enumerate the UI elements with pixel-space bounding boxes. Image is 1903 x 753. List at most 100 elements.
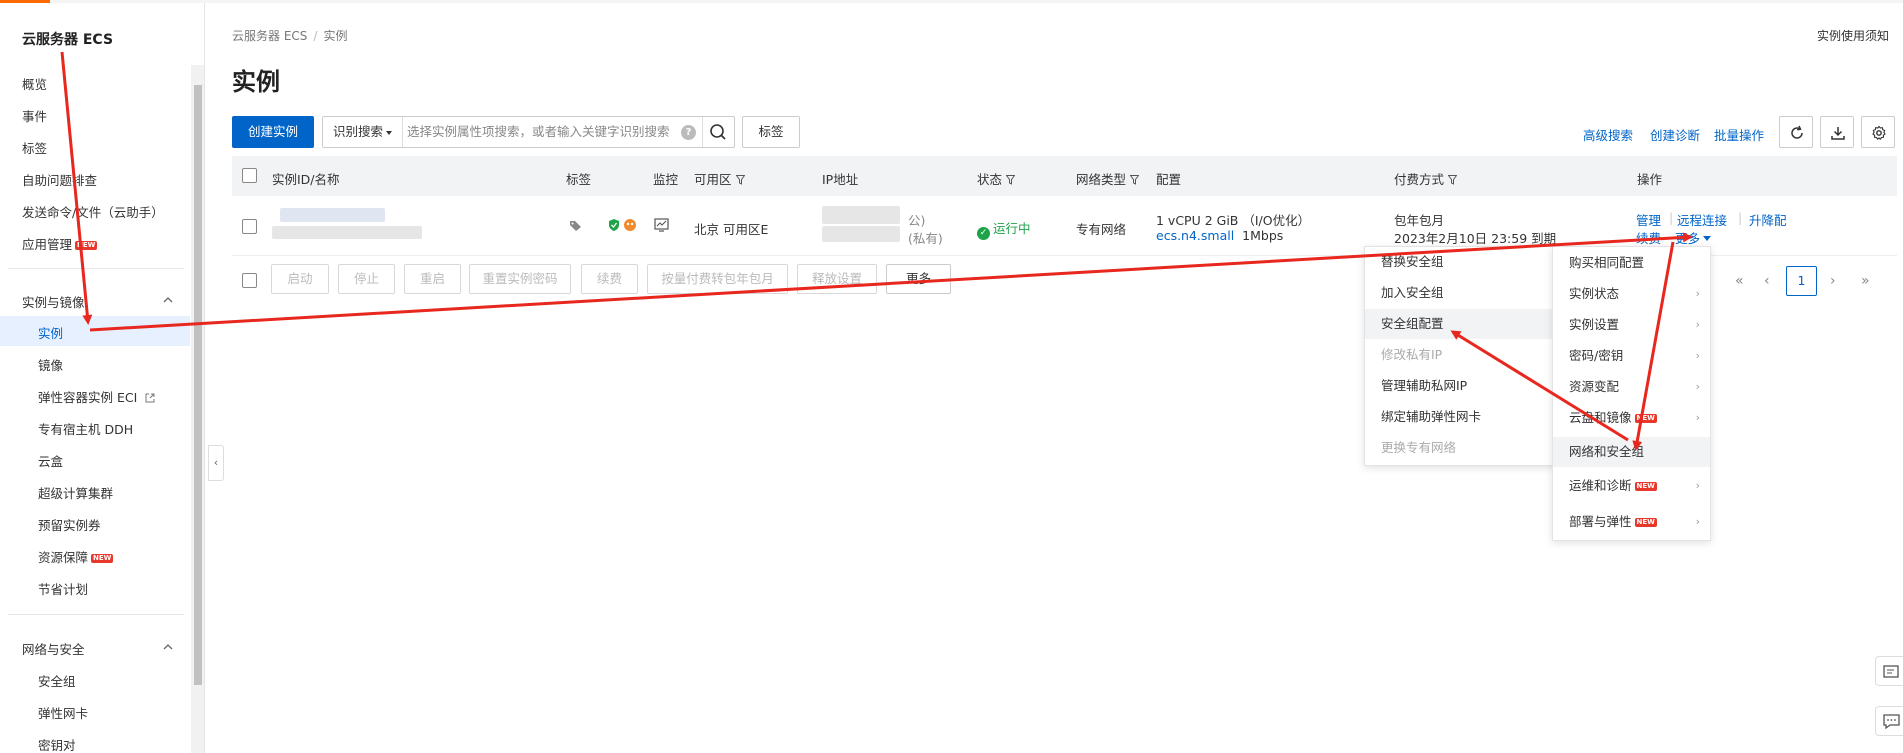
menu-item-resource-change[interactable]: 资源变配 › — [1553, 372, 1710, 402]
sidebar-item-events[interactable]: 事件 — [22, 106, 47, 125]
renew-button[interactable]: 续费 — [581, 264, 638, 294]
chevron-up-icon[interactable] — [163, 642, 173, 652]
create-instance-button[interactable]: 创建实例 — [232, 116, 314, 148]
export-button[interactable] — [1820, 116, 1854, 148]
manage-link[interactable]: 管理 — [1636, 210, 1661, 229]
filter-icon[interactable] — [735, 175, 745, 185]
menu-item-buy-same-config[interactable]: 购买相同配置 — [1553, 248, 1710, 278]
shield-icon[interactable] — [607, 218, 621, 232]
page-number-current[interactable]: 1 — [1786, 266, 1817, 296]
sidebar-item-troubleshoot[interactable]: 自助问题排查 — [22, 170, 97, 189]
sidebar-item-instances[interactable]: 实例 — [0, 316, 190, 346]
search-input[interactable] — [407, 122, 687, 142]
sidebar-item-cloudbox[interactable]: 云盒 — [38, 451, 63, 470]
sidebar-item-security-group[interactable]: 安全组 — [38, 671, 76, 690]
table-header: 实例ID/名称 标签 监控 可用区 IP地址 状态 网络类型 配置 付费方式 操… — [232, 156, 1897, 196]
select-all-checkbox[interactable] — [242, 168, 257, 183]
renew-link[interactable]: 续费 — [1636, 228, 1661, 247]
sidebar-item-reserved-instance[interactable]: 预留实例券 — [38, 515, 101, 534]
filter-icon[interactable] — [1006, 175, 1016, 185]
next-page-button[interactable]: › — [1830, 273, 1836, 289]
col-instance-id: 实例ID/名称 — [272, 172, 340, 187]
start-button[interactable]: 启动 — [271, 264, 329, 294]
redacted-instance-id[interactable] — [280, 208, 385, 222]
sidebar-item-savings-plan[interactable]: 节省计划 — [38, 579, 88, 598]
book-icon — [1883, 665, 1899, 678]
menu-item-disk-image[interactable]: 云盘和镜像 NEW › — [1553, 403, 1710, 433]
chevron-right-icon: › — [1695, 479, 1700, 492]
redacted-private-ip — [822, 226, 900, 242]
filter-icon[interactable] — [1448, 175, 1458, 185]
sidebar-item-eci[interactable]: 弹性容器实例 ECI — [38, 387, 155, 406]
select-all-bottom-checkbox[interactable] — [242, 273, 257, 288]
col-billing[interactable]: 付费方式 — [1394, 169, 1458, 188]
sidebar-item-overview[interactable]: 概览 — [22, 74, 47, 93]
sidebar-item-app-management[interactable]: 应用管理 NEW — [22, 234, 98, 253]
menu-item-deploy-elastic[interactable]: 部署与弹性 NEW › — [1553, 507, 1710, 537]
sidebar-item-capacity-assurance[interactable]: 资源保障 NEW — [38, 547, 114, 566]
menu-item-change-vpc[interactable]: 更换专有网络 — [1365, 433, 1555, 463]
col-status[interactable]: 状态 — [977, 169, 1016, 188]
sidebar-item-tags[interactable]: 标签 — [22, 138, 47, 157]
release-settings-button[interactable]: 释放设置 — [797, 264, 877, 294]
breadcrumb-root[interactable]: 云服务器 ECS — [232, 29, 307, 43]
help-icon[interactable]: ? — [681, 125, 696, 140]
agent-icon[interactable] — [623, 218, 637, 232]
convert-to-subscription-button[interactable]: 按量付费转包年包月 — [647, 264, 788, 294]
col-zone[interactable]: 可用区 — [694, 169, 745, 188]
instance-type-link[interactable]: ecs.n4.small — [1156, 228, 1234, 243]
sidebar-item-images[interactable]: 镜像 — [38, 355, 63, 374]
breadcrumb: 云服务器 ECS / 实例 — [232, 27, 347, 44]
menu-item-password-key[interactable]: 密码/密钥 › — [1553, 341, 1710, 371]
menu-item-network-security[interactable]: 网络和安全组 — [1553, 437, 1710, 467]
menu-item-bind-eni[interactable]: 绑定辅助弹性网卡 — [1365, 402, 1555, 432]
tag-icon[interactable] — [569, 220, 582, 232]
tag-filter-button[interactable]: 标签 — [742, 116, 800, 148]
col-network-type[interactable]: 网络类型 — [1076, 169, 1140, 188]
menu-item-replace-security-group[interactable]: 替换安全组 — [1365, 247, 1555, 277]
more-actions-link[interactable]: 更多 — [1675, 228, 1712, 247]
sidebar-item-keypair[interactable]: 密钥对 — [38, 735, 76, 753]
sidebar-scrollbar[interactable] — [191, 65, 204, 753]
feedback-float-button[interactable] — [1875, 656, 1903, 686]
menu-item-instance-status[interactable]: 实例状态 › — [1553, 279, 1710, 309]
bandwidth-value: 1Mbps — [1242, 228, 1284, 243]
advanced-search-link[interactable]: 高级搜索 — [1583, 125, 1633, 144]
row-checkbox[interactable] — [242, 219, 257, 234]
create-diagnosis-link[interactable]: 创建诊断 — [1650, 125, 1700, 144]
sidebar-item-hpc-cluster[interactable]: 超级计算集群 — [38, 483, 113, 502]
prev-page-button[interactable]: ‹ — [1764, 273, 1770, 289]
menu-item-ops-diagnosis[interactable]: 运维和诊断 NEW › — [1553, 471, 1710, 501]
scrollbar-thumb[interactable] — [194, 85, 202, 685]
search-button[interactable] — [702, 117, 734, 147]
sidebar-group-network-security[interactable]: 网络与安全 — [22, 639, 85, 658]
monitor-icon[interactable] — [654, 218, 669, 232]
menu-item-instance-settings[interactable]: 实例设置 › — [1553, 310, 1710, 340]
sidebar-collapse-button[interactable]: ‹ — [208, 445, 224, 481]
filter-icon[interactable] — [1130, 175, 1140, 185]
menu-item-modify-private-ip[interactable]: 修改私有IP — [1365, 340, 1555, 370]
sidebar-item-eni[interactable]: 弹性网卡 — [38, 703, 88, 722]
col-ip: IP地址 — [822, 172, 859, 187]
stop-button[interactable]: 停止 — [338, 264, 395, 294]
resize-link[interactable]: 升降配 — [1749, 210, 1787, 229]
sidebar-item-ddh[interactable]: 专有宿主机 DDH — [38, 419, 133, 438]
instance-guide-link[interactable]: 实例使用须知 — [1817, 27, 1889, 44]
more-bulk-button[interactable]: 更多 — [886, 264, 951, 294]
refresh-button[interactable] — [1779, 116, 1813, 148]
reset-password-button[interactable]: 重置实例密码 — [469, 264, 571, 294]
sidebar-item-send-command[interactable]: 发送命令/文件（云助手） — [22, 202, 164, 221]
chevron-up-icon[interactable] — [163, 295, 173, 305]
restart-button[interactable]: 重启 — [404, 264, 461, 294]
search-mode-dropdown[interactable]: 识别搜索 — [323, 117, 403, 147]
first-page-button[interactable]: « — [1735, 273, 1744, 289]
chat-float-button[interactable] — [1875, 706, 1903, 736]
sidebar-group-instances-images[interactable]: 实例与镜像 — [22, 292, 85, 311]
remote-connect-link[interactable]: 远程连接 — [1677, 210, 1727, 229]
menu-item-manage-secondary-ip[interactable]: 管理辅助私网IP — [1365, 371, 1555, 401]
settings-button[interactable] — [1861, 116, 1895, 148]
menu-item-security-group-config[interactable]: 安全组配置 — [1365, 309, 1555, 339]
menu-item-join-security-group[interactable]: 加入安全组 — [1365, 278, 1555, 308]
batch-operations-link[interactable]: 批量操作 — [1714, 125, 1764, 144]
last-page-button[interactable]: » — [1861, 273, 1870, 289]
